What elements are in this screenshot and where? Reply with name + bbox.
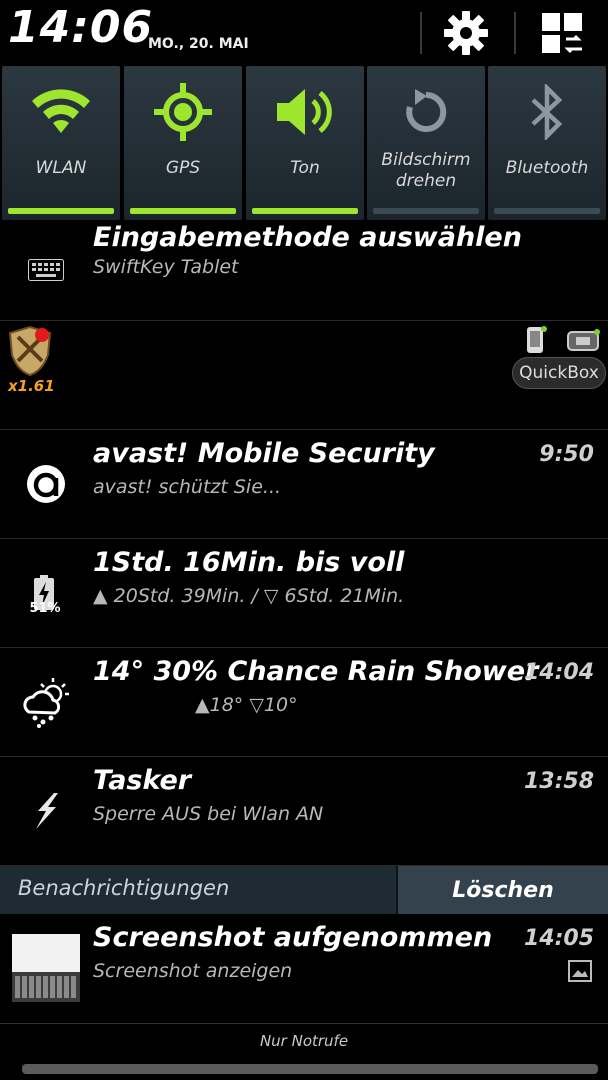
bluetooth-icon: [531, 84, 563, 140]
clear-all-button[interactable]: Löschen: [396, 866, 608, 914]
notification-time: 13:58: [523, 769, 594, 794]
weather-rain-icon: [23, 678, 69, 728]
toggle-state-bar: [8, 208, 114, 214]
toggle-label: GPS: [165, 158, 201, 178]
toggle-state-bar: [130, 208, 236, 214]
notifications-header-bar: Benachrichtigungen Löschen: [0, 866, 608, 914]
quick-toggle-panel: WLAN GPS Ton Bildschirm drehen Bluetooth: [0, 64, 608, 220]
notification-title: Tasker: [93, 765, 192, 796]
clock: 14:06: [8, 2, 154, 53]
toggle-wlan[interactable]: WLAN: [2, 66, 120, 220]
header-divider: [514, 12, 516, 54]
phone-icon: [524, 325, 548, 355]
wifi-icon: [32, 89, 90, 133]
toggle-label: Ton: [290, 158, 320, 178]
notification-battery[interactable]: 51% 1Std. 16Min. bis voll ▲ 20Std. 39Min…: [0, 539, 608, 648]
drag-handle[interactable]: [22, 1064, 598, 1074]
notification-subtitle: SwiftKey Tablet: [93, 256, 239, 278]
notification-subtitle: avast! schützt Sie...: [93, 476, 282, 498]
notification-quickbox[interactable]: x1.61 QuickBox: [0, 321, 608, 430]
toggle-rotate[interactable]: Bildschirm drehen: [367, 66, 485, 220]
notification-subtitle: Sperre AUS bei Wlan AN: [93, 803, 324, 825]
view-switch-icon: [542, 13, 582, 54]
notification-title: 14° 30% Chance Rain Shower: [93, 656, 539, 687]
notification-time: 9:50: [539, 442, 594, 467]
toggle-label: Bildschirm drehen: [381, 150, 471, 191]
carrier-label: Nur Notrufe: [259, 1032, 349, 1050]
notification-time: 14:05: [523, 926, 594, 951]
battery-saver-icon: [566, 327, 602, 353]
app-badge: x1.61: [8, 377, 55, 395]
notification-subtitle: ▲ 20Std. 39Min. / ▽ 6Std. 21Min.: [93, 585, 405, 607]
rotate-icon: [406, 89, 447, 132]
settings-button[interactable]: [440, 8, 492, 58]
gps-icon: [154, 83, 212, 141]
notification-input-method[interactable]: Eingabemethode auswählen SwiftKey Tablet: [0, 220, 608, 321]
toggle-label: WLAN: [35, 158, 87, 178]
avast-icon: [27, 465, 65, 503]
notification-screenshot[interactable]: Screenshot aufgenommen Screenshot anzeig…: [0, 914, 608, 1024]
settings-icon: [444, 11, 488, 55]
speaker-icon: [277, 89, 332, 135]
notification-title: 1Std. 16Min. bis voll: [93, 547, 405, 578]
status-header: 14:06 MO., 20. MAI: [0, 0, 608, 64]
notification-subtitle: ▲18° ▽10°: [195, 694, 298, 716]
notification-tasker[interactable]: Tasker Sperre AUS bei Wlan AN 13:58: [0, 757, 608, 866]
toggle-state-bar: [494, 208, 600, 214]
quickbox-button[interactable]: QuickBox: [512, 357, 606, 389]
date-label: MO., 20. MAI: [148, 36, 249, 52]
image-icon: [568, 960, 592, 982]
tasker-bolt-icon: [36, 793, 58, 829]
toggle-gps[interactable]: GPS: [124, 66, 242, 220]
notification-title: Screenshot aufgenommen: [93, 922, 493, 953]
notifications-label: Benachrichtigungen: [18, 876, 230, 900]
notification-time: 14:04: [523, 660, 594, 685]
notification-title: Eingabemethode auswählen: [93, 222, 522, 253]
footer: Nur Notrufe: [0, 1024, 608, 1080]
notification-avast[interactable]: avast! Mobile Security avast! schützt Si…: [0, 430, 608, 539]
header-divider: [420, 12, 422, 54]
toggle-state-bar: [252, 208, 358, 214]
notification-subtitle: Screenshot anzeigen: [93, 960, 293, 982]
notification-weather[interactable]: 14° 30% Chance Rain Shower ▲18° ▽10° 14:…: [0, 648, 608, 757]
keyboard-icon: [28, 259, 64, 281]
toggle-sound[interactable]: Ton: [246, 66, 364, 220]
toggle-state-bar: [373, 208, 479, 214]
notification-title: avast! Mobile Security: [93, 438, 435, 469]
shield-app-icon: x1.61: [6, 325, 56, 397]
screenshot-thumbnail: [12, 934, 80, 1002]
battery-percent: 51%: [29, 601, 61, 616]
toggle-bluetooth[interactable]: Bluetooth: [488, 66, 606, 220]
view-switch-button[interactable]: [536, 8, 588, 58]
toggle-label: Bluetooth: [505, 158, 589, 178]
